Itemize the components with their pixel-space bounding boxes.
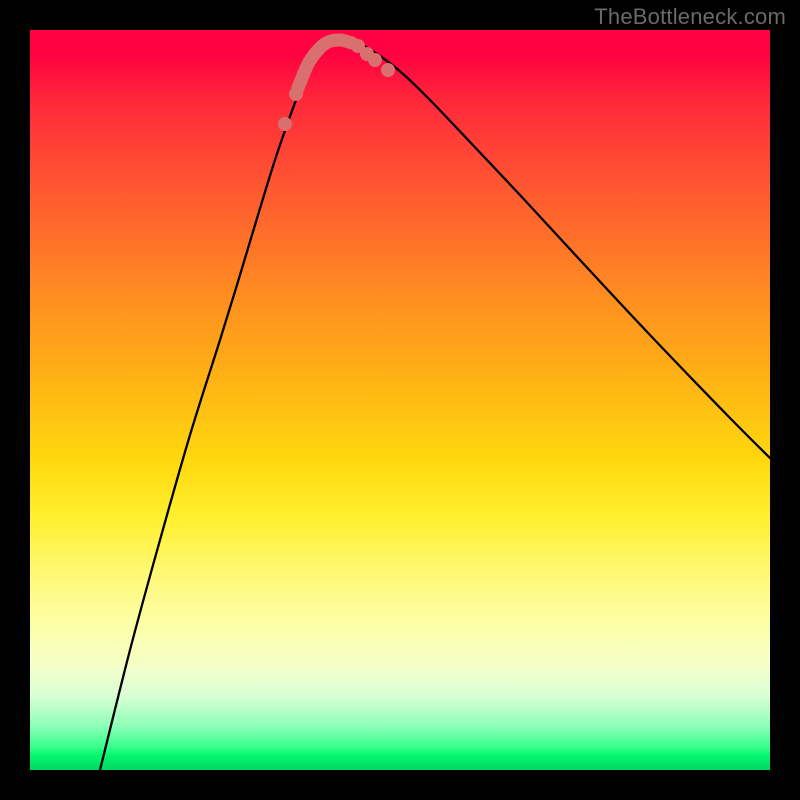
- curve-svg: [30, 30, 770, 770]
- bottleneck-curve: [100, 40, 770, 770]
- highlight-dot: [289, 87, 303, 101]
- highlight-dot: [368, 53, 382, 67]
- watermark-text: TheBottleneck.com: [594, 4, 786, 30]
- highlight-dot: [278, 117, 292, 131]
- plot-area: [30, 30, 770, 770]
- chart-frame: TheBottleneck.com: [0, 0, 800, 800]
- highlight-dot: [381, 63, 395, 77]
- highlight-segment: [298, 40, 352, 88]
